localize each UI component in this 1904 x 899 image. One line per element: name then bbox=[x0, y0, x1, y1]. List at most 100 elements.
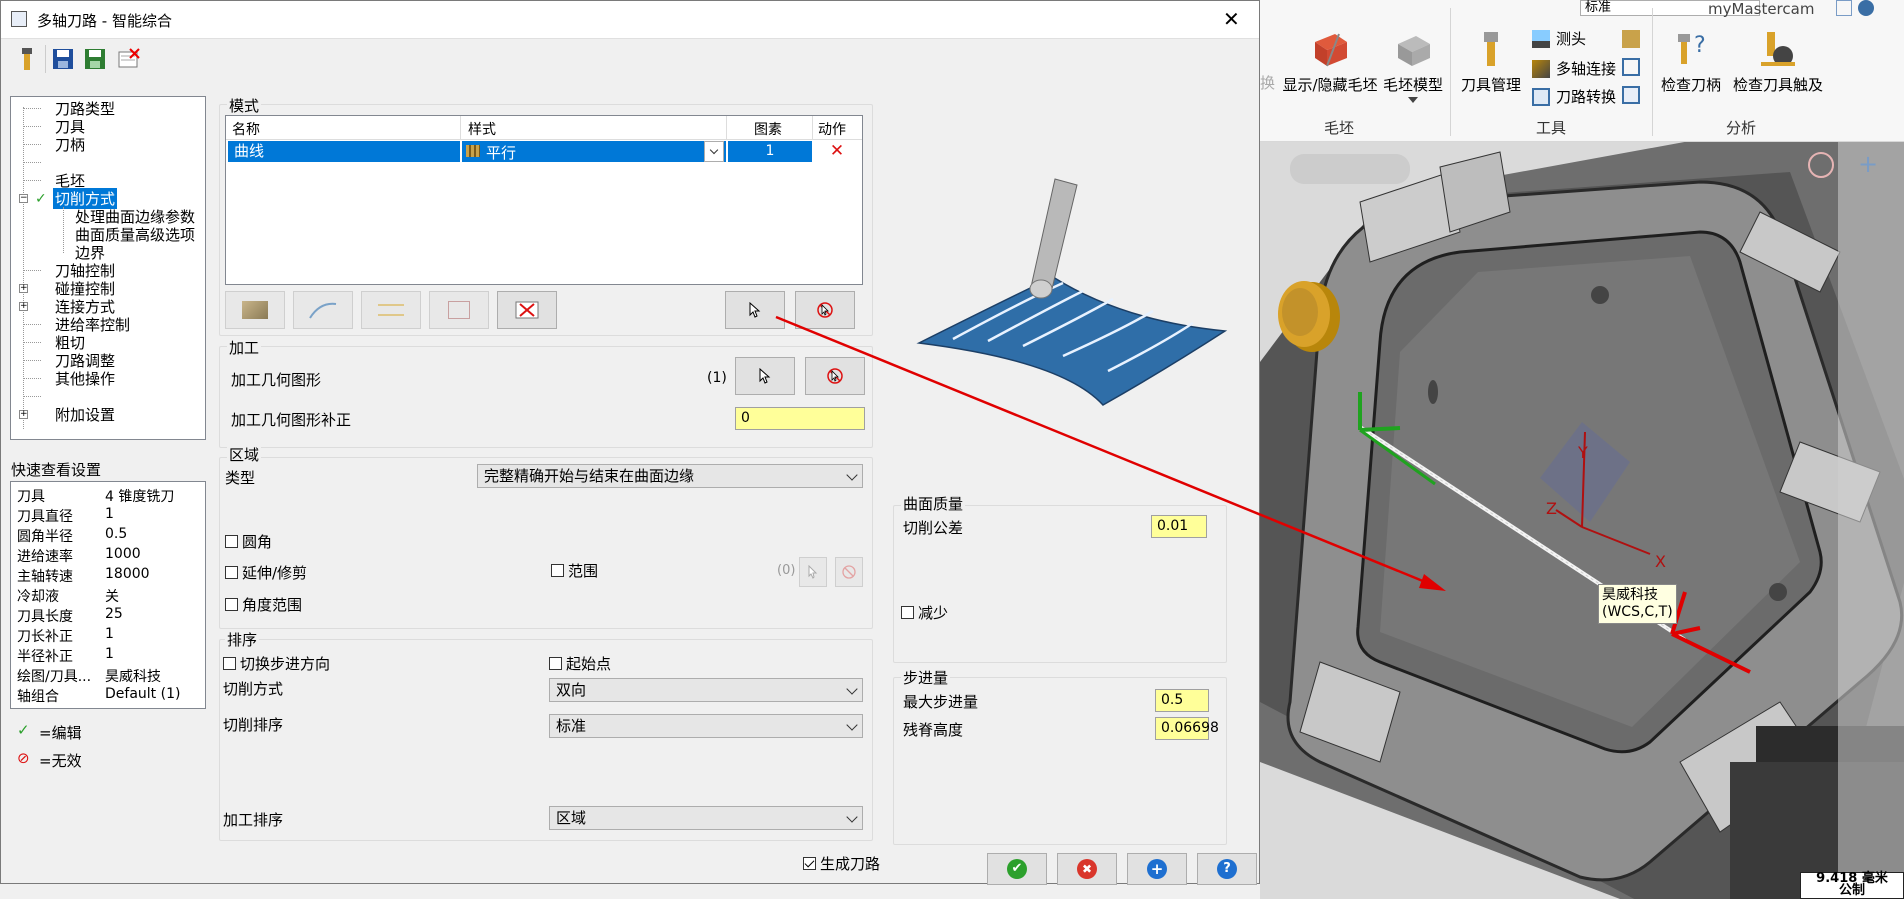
tool-icon-b[interactable] bbox=[1622, 58, 1640, 76]
multiaxis-link-button[interactable]: 多轴连接 bbox=[1532, 58, 1616, 79]
angle-range-checkbox[interactable]: 角度范围 bbox=[225, 594, 302, 615]
cut-order-combo[interactable]: 标准 bbox=[549, 714, 863, 738]
invalid-icon: ⊘ bbox=[17, 749, 30, 767]
qv-value: 关 bbox=[105, 589, 119, 605]
solid-icon bbox=[448, 301, 470, 319]
check-reach-button[interactable]: 检查刀具触及 bbox=[1726, 28, 1830, 95]
add-solid-button[interactable] bbox=[429, 291, 489, 329]
delete-icon bbox=[515, 301, 539, 319]
tool-manager-button[interactable]: 刀具管理 bbox=[1456, 28, 1526, 95]
checkbox-icon bbox=[549, 657, 562, 670]
qv-key: 圆角半径 bbox=[17, 529, 73, 545]
machining-order-label: 加工排序 bbox=[223, 811, 284, 829]
fillet-checkbox[interactable]: 圆角 bbox=[225, 531, 272, 552]
remove-pattern-button[interactable] bbox=[497, 291, 557, 329]
tree-trunk bbox=[23, 107, 24, 429]
toolpath-transform-icon bbox=[1532, 87, 1550, 106]
scallop-label: 残脊高度 bbox=[903, 721, 964, 739]
col-entities[interactable]: 图素 bbox=[754, 119, 782, 139]
col-action[interactable]: 动作 bbox=[818, 119, 846, 139]
apply-button[interactable]: + bbox=[1127, 853, 1187, 885]
max-stepover-field[interactable]: 0.5 bbox=[1155, 689, 1209, 712]
row-style-combo[interactable]: 平行 bbox=[462, 141, 726, 162]
select-range-button[interactable] bbox=[799, 557, 827, 587]
multiaxis-dialog: 多轴刀路 - 智能综合 ✕ 刀路类型 刀具 刀柄 毛坯 − ✓ 切削方式 处理曲… bbox=[0, 0, 1260, 885]
generate-toolpath-checkbox[interactable]: 生成刀路 bbox=[803, 853, 880, 874]
show-hide-stock-button[interactable]: 显示/隐藏毛坯 bbox=[1280, 28, 1380, 95]
add-surface-button[interactable] bbox=[361, 291, 421, 329]
select-pattern-button[interactable] bbox=[725, 291, 785, 329]
cut-order-label: 切削排序 bbox=[223, 716, 284, 734]
graphics-viewport[interactable]: Y X Z 昊威科技 (WCS,C,T) + 9.418 毫米 公制 bbox=[1260, 142, 1904, 899]
checkbox-icon bbox=[901, 606, 914, 619]
tree-item-other-ops[interactable]: 其他操作 bbox=[55, 368, 115, 389]
expand-icon[interactable]: + bbox=[19, 284, 28, 293]
tool-select-icon[interactable] bbox=[15, 47, 39, 71]
check-reach-icon bbox=[1761, 32, 1795, 66]
switch-direction-checkbox[interactable]: 切换步进方向 bbox=[223, 653, 330, 674]
save-as-icon[interactable] bbox=[83, 47, 107, 71]
collapse-icon[interactable]: − bbox=[19, 194, 28, 203]
close-button[interactable]: ✕ bbox=[1223, 7, 1240, 31]
save-icon[interactable] bbox=[51, 47, 75, 71]
window-icon bbox=[11, 11, 27, 27]
col-style[interactable]: 样式 bbox=[468, 119, 496, 139]
generate-toolpath-label: 生成刀路 bbox=[820, 855, 881, 873]
stock-model-button[interactable]: 毛坯模型 bbox=[1378, 28, 1448, 103]
quick-view-panel: 刀具 4 锥度铣刀 刀具直径 1 圆角半径 0.5 进给速率 1000 主轴转速 1800… bbox=[10, 481, 206, 709]
curve-icon bbox=[309, 302, 337, 319]
help-button[interactable]: ? bbox=[1197, 853, 1257, 885]
cancel-button[interactable]: ✖ bbox=[1057, 853, 1117, 885]
check-holder-icon: ? bbox=[1678, 33, 1706, 64]
expand-icon[interactable]: + bbox=[19, 302, 28, 311]
check-holder-button[interactable]: ? 检查刀柄 bbox=[1656, 28, 1726, 95]
comment-icon[interactable] bbox=[1836, 0, 1852, 16]
cancel-icon[interactable] bbox=[1808, 152, 1834, 178]
tool-icon-a[interactable] bbox=[1622, 30, 1640, 48]
tree-item-extra-settings[interactable]: 附加设置 bbox=[55, 404, 115, 425]
cut-method-label: 切削方式 bbox=[223, 680, 284, 698]
offset-field[interactable]: 0 bbox=[735, 407, 865, 430]
tool-icon-c[interactable] bbox=[1622, 86, 1640, 104]
scallop-field[interactable]: 0.06698 bbox=[1155, 717, 1219, 740]
clear-geometry-button[interactable] bbox=[805, 357, 865, 395]
reduce-checkbox[interactable]: 减少 bbox=[901, 602, 948, 623]
machining-order-combo[interactable]: 区域 bbox=[549, 806, 863, 830]
dialog-title: 多轴刀路 - 智能综合 bbox=[37, 12, 172, 30]
start-point-checkbox[interactable]: 起始点 bbox=[549, 653, 611, 674]
row-style-value: 平行 bbox=[486, 144, 517, 162]
mode-table: 名称 样式 图素 动作 曲线 平行 1 ✕ bbox=[225, 115, 863, 285]
range-checkbox[interactable]: 范围 bbox=[551, 560, 598, 581]
plus-circle-icon: + bbox=[1147, 859, 1167, 879]
table-row[interactable]: 曲线 平行 1 ✕ bbox=[228, 141, 860, 162]
delete-row-icon[interactable]: ✕ bbox=[814, 141, 860, 162]
dialog-titlebar[interactable]: 多轴刀路 - 智能综合 ✕ bbox=[1, 1, 1259, 39]
machining-order-value: 区域 bbox=[556, 809, 587, 827]
row-name[interactable]: 曲线 bbox=[228, 141, 460, 162]
axis-x-label: X bbox=[1655, 552, 1666, 571]
add-curve-button[interactable] bbox=[293, 291, 353, 329]
probe-button[interactable]: 测头 bbox=[1532, 28, 1586, 49]
tree-item-holder[interactable]: 刀柄 bbox=[55, 134, 85, 155]
delete-settings-icon[interactable] bbox=[117, 47, 141, 71]
range-count: (0) bbox=[777, 563, 796, 578]
help-icon[interactable] bbox=[1858, 0, 1874, 16]
col-name[interactable]: 名称 bbox=[232, 119, 260, 139]
clear-range-button[interactable] bbox=[835, 557, 863, 587]
clear-selection-icon bbox=[817, 302, 833, 318]
add-pattern-button[interactable] bbox=[225, 291, 285, 329]
dropdown-caret-icon bbox=[1408, 97, 1418, 103]
ok-button[interactable]: ✔ bbox=[987, 853, 1047, 885]
select-geometry-button[interactable] bbox=[735, 357, 795, 395]
toolpath-transform-button[interactable]: 刀路转换 bbox=[1532, 86, 1616, 107]
tolerance-field[interactable]: 0.01 bbox=[1151, 515, 1207, 538]
plus-icon[interactable]: + bbox=[1858, 152, 1884, 178]
expand-icon[interactable]: + bbox=[19, 410, 28, 419]
style-dropdown-button[interactable] bbox=[704, 141, 724, 162]
clear-pattern-selection-button[interactable] bbox=[795, 291, 855, 329]
clear-selection-icon bbox=[842, 565, 856, 579]
extend-trim-checkbox[interactable]: 延伸/修剪 bbox=[225, 562, 307, 583]
region-type-combo[interactable]: 完整精确开始与结束在曲面边缘 bbox=[477, 464, 863, 488]
cut-method-combo[interactable]: 双向 bbox=[549, 678, 863, 702]
viewport-minitoolbar[interactable] bbox=[1290, 154, 1410, 184]
